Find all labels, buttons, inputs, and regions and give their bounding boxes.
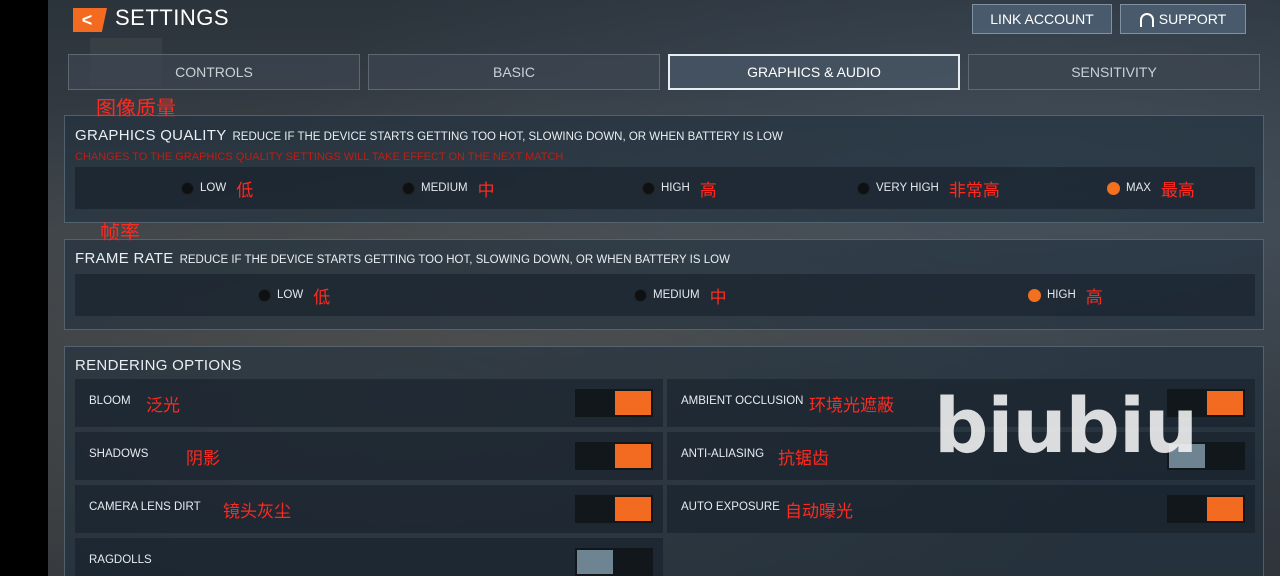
graphics-option-max[interactable]: MAX 最高 xyxy=(1107,167,1195,209)
radio-icon xyxy=(181,181,194,195)
tab-label: CONTROLS xyxy=(175,64,253,80)
support-label: SUPPORT xyxy=(1158,11,1227,27)
graphics-option-low[interactable]: LOW 低 xyxy=(181,167,253,209)
radio-selected-icon xyxy=(1107,181,1120,195)
frame-rate-options: LOW 低 MEDIUM 中 HIGH 高 xyxy=(75,274,1255,316)
tab-basic[interactable]: BASIC xyxy=(368,54,660,90)
bloom-toggle[interactable] xyxy=(575,389,653,417)
frame-option-low[interactable]: LOW 低 xyxy=(258,274,330,316)
option-cn-label: 中 xyxy=(477,180,495,201)
frame-rate-label: FRAME RATE xyxy=(75,250,174,267)
frame-rate-panel: FRAME RATE REDUCE IF THE DEVICE STARTS GE… xyxy=(64,239,1264,330)
toggle-knob xyxy=(615,391,651,415)
option-cn-label: 中 xyxy=(709,287,727,308)
shadows-cn-label: 阴影 xyxy=(186,449,220,469)
frame-option-medium[interactable]: MEDIUM 中 xyxy=(634,274,727,316)
camera-lens-dirt-toggle[interactable] xyxy=(575,495,653,523)
chevron-left-icon: < xyxy=(81,10,93,30)
auto-exposure-cn-label: 自动曝光 xyxy=(785,502,853,522)
graphics-quality-panel: GRAPHICS QUALITY REDUCE IF THE DEVICE STA… xyxy=(64,115,1264,223)
radio-selected-icon xyxy=(1028,288,1041,302)
radio-icon xyxy=(258,288,271,302)
bloom-label: BLOOM xyxy=(89,395,131,407)
toggle-knob xyxy=(1207,391,1243,415)
ragdolls-toggle[interactable] xyxy=(575,548,653,576)
tab-label: BASIC xyxy=(492,64,535,80)
option-label: LOW xyxy=(277,289,304,301)
option-cn-label: 最高 xyxy=(1160,180,1195,201)
radio-icon xyxy=(634,288,647,302)
link-account-label: LINK ACCOUNT xyxy=(990,11,1094,27)
graphics-quality-warning: CHANGES TO THE GRAPHICS QUALITY SETTINGS… xyxy=(75,151,564,163)
back-button[interactable]: < xyxy=(73,8,107,32)
frame-option-high[interactable]: HIGH 高 xyxy=(1028,274,1103,316)
link-account-button[interactable]: LINK ACCOUNT xyxy=(972,4,1112,34)
graphics-quality-desc: REDUCE IF THE DEVICE STARTS GETTING TOO … xyxy=(232,131,783,143)
graphics-quality-options: LOW 低 MEDIUM 中 HIGH 高 VERY HIGH 非常高 MAX xyxy=(75,167,1255,209)
tab-graphics-audio[interactable]: GRAPHICS & AUDIO xyxy=(668,54,960,90)
shadows-label: SHADOWS xyxy=(89,448,149,460)
auto-exposure-row: AUTO EXPOSURE 自动曝光 xyxy=(667,485,1255,533)
rendering-options-title: RENDERING OPTIONS xyxy=(75,357,242,374)
camera-lens-dirt-cn-label: 镜头灰尘 xyxy=(223,502,291,522)
tab-controls[interactable]: CONTROLS xyxy=(68,54,360,90)
option-label: LOW xyxy=(200,182,227,194)
ragdolls-label: RAGDOLLS xyxy=(89,554,152,566)
support-button[interactable]: SUPPORT xyxy=(1120,4,1246,34)
toggle-knob xyxy=(1207,497,1243,521)
option-cn-label: 高 xyxy=(1085,287,1103,308)
tab-label: SENSITIVITY xyxy=(1071,64,1157,80)
biubiu-watermark: biubiu xyxy=(934,381,1198,470)
anti-aliasing-label: ANTI-ALIASING xyxy=(681,448,765,460)
tab-label: GRAPHICS & AUDIO xyxy=(747,64,881,80)
bloom-row: BLOOM 泛光 xyxy=(75,379,663,427)
auto-exposure-label: AUTO EXPOSURE xyxy=(681,501,780,513)
ambient-occlusion-label: AMBIENT OCCLUSION xyxy=(681,395,804,407)
option-cn-label: 低 xyxy=(236,180,254,201)
shadows-toggle[interactable] xyxy=(575,442,653,470)
radio-icon xyxy=(402,181,415,195)
option-label: HIGH xyxy=(661,182,690,194)
option-cn-label: 非常高 xyxy=(948,180,1000,201)
header-bar: < SETTINGS LINK ACCOUNT SUPPORT xyxy=(48,0,1280,40)
graphics-quality-label: GRAPHICS QUALITY xyxy=(75,127,227,144)
toggle-knob xyxy=(577,550,613,574)
frame-rate-desc: REDUCE IF THE DEVICE STARTS GETTING TOO … xyxy=(179,254,730,266)
camera-lens-dirt-row: CAMERA LENS DIRT 镜头灰尘 xyxy=(75,485,663,533)
page-title: SETTINGS xyxy=(115,5,230,30)
option-label: HIGH xyxy=(1047,289,1076,301)
option-label: MAX xyxy=(1126,182,1151,194)
graphics-option-very-high[interactable]: VERY HIGH 非常高 xyxy=(857,167,1000,209)
ambient-occlusion-cn-label: 环境光遮蔽 xyxy=(809,396,894,416)
graphics-option-high[interactable]: HIGH 高 xyxy=(642,167,717,209)
option-label: MEDIUM xyxy=(421,182,468,194)
anti-aliasing-cn-label: 抗锯齿 xyxy=(778,449,829,469)
radio-icon xyxy=(857,181,870,195)
graphics-quality-title: GRAPHICS QUALITY REDUCE IF THE DEVICE STA… xyxy=(75,127,783,144)
radio-icon xyxy=(642,181,655,195)
option-label: MEDIUM xyxy=(653,289,700,301)
graphics-option-medium[interactable]: MEDIUM 中 xyxy=(402,167,495,209)
toggle-knob xyxy=(615,444,651,468)
settings-screen: < SETTINGS LINK ACCOUNT SUPPORT CONTROLS… xyxy=(48,0,1280,576)
bloom-cn-label: 泛光 xyxy=(146,396,180,416)
camera-lens-dirt-label: CAMERA LENS DIRT xyxy=(89,501,201,513)
headset-icon xyxy=(1139,13,1154,27)
rendering-options-label: RENDERING OPTIONS xyxy=(75,357,242,374)
ragdolls-row: RAGDOLLS xyxy=(75,538,663,576)
frame-rate-title: FRAME RATE REDUCE IF THE DEVICE STARTS GE… xyxy=(75,250,730,267)
option-label: VERY HIGH xyxy=(876,182,939,194)
toggle-knob xyxy=(615,497,651,521)
auto-exposure-toggle[interactable] xyxy=(1167,495,1245,523)
option-cn-label: 低 xyxy=(313,287,331,308)
tab-sensitivity[interactable]: SENSITIVITY xyxy=(968,54,1260,90)
option-cn-label: 高 xyxy=(699,180,717,201)
shadows-row: SHADOWS 阴影 xyxy=(75,432,663,480)
